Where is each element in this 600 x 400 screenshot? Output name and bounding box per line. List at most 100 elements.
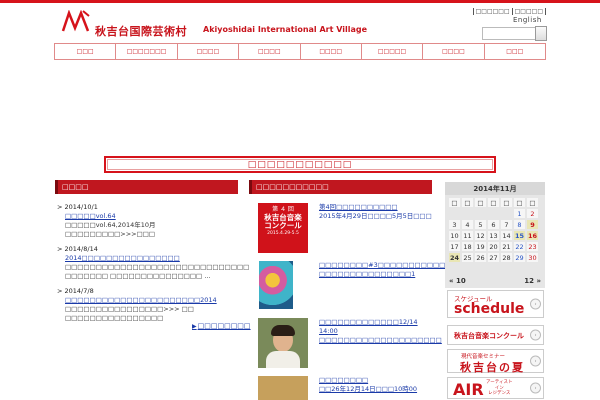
calendar-day[interactable]: 21 — [501, 242, 512, 251]
news-more-link[interactable]: □□□□□□□□ — [192, 322, 251, 330]
calendar-day[interactable]: 4 — [462, 220, 473, 229]
calendar-day[interactable]: 1 — [514, 209, 525, 218]
search-input[interactable] — [482, 27, 536, 40]
nav-item-8[interactable]: □□□ — [484, 44, 545, 59]
calendar: 2014年11月 □ □ □ □ □ □ □ 1 2 3 4 5 6 7 8 9 — [445, 182, 545, 288]
calendar-day[interactable]: 3 — [449, 220, 460, 229]
calendar-day[interactable]: 15 — [514, 231, 525, 240]
calendar-day[interactable]: 19 — [475, 242, 486, 251]
calendar-day[interactable]: 26 — [475, 253, 486, 262]
center-banner[interactable]: □□□□□□□□□□□ — [104, 156, 496, 173]
calendar-day[interactable]: 5 — [475, 220, 486, 229]
calendar-day[interactable]: 30 — [527, 253, 538, 262]
calendar-day[interactable]: 27 — [488, 253, 499, 262]
top-link-1[interactable]: □□□□□□ — [472, 8, 512, 15]
chevron-right-icon: › — [530, 298, 541, 310]
schedule-big-label: schedule — [454, 301, 525, 317]
event-image[interactable] — [258, 376, 308, 400]
calendar-day[interactable]: 13 — [488, 231, 499, 240]
weekday: □ — [462, 198, 473, 207]
weekday: □ — [501, 198, 512, 207]
schedule-banner[interactable]: スケジュール schedule › — [447, 290, 544, 318]
logo-mark-icon[interactable] — [61, 10, 91, 32]
search-button[interactable] — [535, 26, 547, 41]
news-date: 2014/8/14 — [57, 245, 237, 254]
news-entry: 2014/7/8 □□□□□□□□□□□□□□□□□□□□□□2014 □□□□… — [57, 287, 237, 323]
concours-banner[interactable]: 秋吉台音楽コンクール › — [447, 325, 544, 345]
nav-item-2[interactable]: □□□□□□□ — [116, 44, 178, 59]
nav-item-5[interactable]: □□□□ — [300, 44, 362, 59]
news-link[interactable]: □□□□□vol.64 — [57, 212, 237, 221]
news-link[interactable]: 2014□□□□□□□□□□□□□□□□ — [57, 254, 237, 263]
event-title[interactable]: □□□□□□□□ — [319, 376, 437, 385]
calendar-day[interactable]: 24 — [449, 253, 460, 262]
calendar-title: 2014年11月 — [445, 182, 545, 195]
site-title[interactable]: 秋吉台国際芸術村 — [95, 23, 187, 39]
site-title-en[interactable]: Akiyoshidai International Art Village — [203, 25, 367, 34]
news-entry: 2014/8/14 2014□□□□□□□□□□□□□□□□ □□□□□□□□□… — [57, 245, 250, 281]
event-image[interactable] — [259, 261, 293, 309]
nav-item-1[interactable]: □□□ — [55, 44, 117, 59]
calendar-next-month[interactable]: 12 » — [524, 277, 541, 285]
language-link-english[interactable]: English — [513, 16, 542, 24]
calendar-day[interactable]: 22 — [514, 242, 525, 251]
news-date: 2014/7/8 — [57, 287, 237, 296]
news-entry: 2014/10/1 □□□□□vol.64 □□□□□vol.64,2014年1… — [57, 203, 237, 239]
calendar-day[interactable]: 8 — [514, 220, 525, 229]
air-banner[interactable]: AIR アーティスト イン レジデンス › — [447, 377, 544, 399]
calendar-day[interactable]: 17 — [449, 242, 460, 251]
nav-item-3[interactable]: □□□□ — [177, 44, 240, 59]
chevron-right-icon: › — [530, 355, 541, 367]
calendar-day[interactable]: 20 — [488, 242, 499, 251]
nav-item-7[interactable]: □□□□ — [423, 44, 485, 59]
calendar-day[interactable]: 12 — [475, 231, 486, 240]
calendar-day — [488, 209, 499, 218]
calendar-day[interactable]: 6 — [488, 220, 499, 229]
nav-item-6[interactable]: □□□□□ — [361, 44, 424, 59]
calendar-day[interactable]: 7 — [501, 220, 512, 229]
top-links: □□□□□□ □□□□□ — [464, 8, 546, 15]
chevron-right-icon: › — [530, 329, 541, 341]
nav-item-4[interactable]: □□□□ — [239, 44, 301, 59]
air-small-label: アーティスト イン レジデンス — [486, 380, 513, 396]
calendar-day[interactable]: 29 — [514, 253, 525, 262]
global-nav: □□□ □□□□□□□ □□□□ □□□□ □□□□ □□□□□ □□□□ □□… — [54, 43, 546, 60]
event-poster-image[interactable]: 第 ４ 回 秋吉台音楽 コンクール 2015.4.29-5.5 — [258, 203, 308, 253]
calendar-day[interactable]: 14 — [501, 231, 512, 240]
calendar-day[interactable]: 25 — [462, 253, 473, 262]
event-sub[interactable]: □□26年12月14日□□□10時00 — [319, 385, 437, 394]
calendar-prev-month[interactable]: « 10 — [449, 277, 466, 285]
concours-label: 秋吉台音楽コンクール — [454, 332, 524, 340]
calendar-day[interactable]: 10 — [449, 231, 460, 240]
weekday: □ — [514, 198, 525, 207]
calendar-day — [501, 209, 512, 218]
top-link-2[interactable]: □□□□□ — [511, 8, 546, 15]
event-title[interactable]: 第4回□□□□□□□□□□ — [319, 203, 437, 212]
calendar-day[interactable]: 16 — [527, 231, 538, 240]
poster-dates: 2015.4.29-5.5 — [267, 231, 299, 236]
news-text: □□□□□vol.64,2014年10月□□□□□□□□□>>>□□□ — [65, 221, 156, 238]
summer-big-label: 秋吉台の夏 — [460, 361, 525, 374]
weekday: □ — [449, 198, 460, 207]
calendar-day[interactable]: 18 — [462, 242, 473, 251]
calendar-grid: □ □ □ □ □ □ □ 1 2 3 4 5 6 7 8 9 10 11 12… — [447, 196, 540, 264]
summer-seminar-banner[interactable]: 現代音楽セミナー 秋吉台の夏 › — [447, 349, 544, 374]
events-heading: □□□□□□□□□□□ — [249, 180, 432, 194]
calendar-day[interactable]: 11 — [462, 231, 473, 240]
event-title[interactable]: □□□□□□□□□□□□□12/14 14:00 □□□□□□□□□□□□□□□… — [319, 318, 442, 345]
calendar-day[interactable]: 9 — [527, 220, 538, 229]
event-title[interactable]: □□□□□□□□#3□□□□□□□□□□□□□□□□□□□□□□□□□□□ — [319, 261, 544, 270]
news-text: □□□□□□□□□□□□□□□□□□□□□□□□□□□□□□ □□□□□□□ □… — [65, 263, 250, 280]
news-date: 2014/10/1 — [57, 203, 237, 212]
top-accent-line — [0, 0, 600, 3]
calendar-day — [475, 209, 486, 218]
calendar-day[interactable]: 28 — [501, 253, 512, 262]
air-big-label: AIR — [453, 380, 484, 399]
calendar-day[interactable]: 2 — [527, 209, 538, 218]
calendar-day[interactable]: 23 — [527, 242, 538, 251]
event-sub[interactable]: □□□□□□□□□□□□□□□1 — [319, 270, 437, 279]
news-link[interactable]: □□□□□□□□□□□□□□□□□□□□□□2014 — [57, 296, 237, 305]
event-portrait-image[interactable] — [258, 318, 308, 368]
news-text: □□□□□□□□□□□□□□□□>>> □□ □□□□□□□□□□□□□□□□ — [65, 305, 194, 322]
event-sub: 2015年4月29日□□□□5月5日□□□ — [319, 212, 432, 220]
